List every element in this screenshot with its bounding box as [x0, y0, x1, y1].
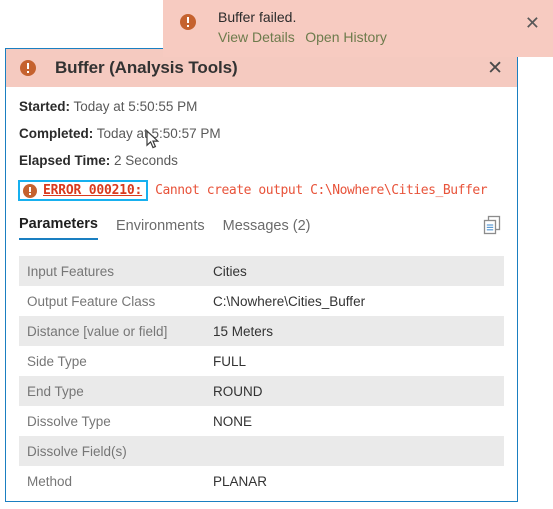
error-message-row: ERROR 000210: Cannot create output C:\No… — [18, 180, 517, 201]
table-row: Output Feature Class C:\Nowhere\Cities_B… — [19, 286, 504, 316]
table-row: Dissolve Type NONE — [19, 406, 504, 436]
error-message-text: Cannot create output C:\Nowhere\Cities_B… — [155, 183, 488, 198]
toast-close-button[interactable]: ✕ — [525, 9, 545, 32]
parameter-value: C:\Nowhere\Cities_Buffer — [213, 293, 366, 309]
dialog-tabs: Parameters Environments Messages (2) — [19, 214, 517, 240]
parameter-name: Side Type — [27, 353, 87, 369]
error-code-link[interactable]: ERROR 000210: — [43, 183, 142, 198]
metadata-row-started: Started: Today at 5:50:55 PM — [19, 99, 517, 114]
metadata-value-completed: Today at 5:50:57 PM — [93, 126, 221, 141]
metadata-value-elapsed-time: 2 Seconds — [110, 153, 178, 168]
parameter-value: FULL — [213, 353, 247, 369]
run-metadata: Started: Today at 5:50:55 PM Completed: … — [6, 87, 517, 168]
error-circle-icon — [20, 60, 36, 76]
toast-links: View Details Open History — [218, 29, 393, 47]
metadata-label-completed: Completed: — [19, 126, 94, 141]
metadata-row-completed: Completed: Today at 5:50:57 PM — [19, 126, 517, 141]
dialog-title: Buffer (Analysis Tools) — [55, 58, 238, 77]
table-row: Dissolve Field(s) — [19, 436, 504, 466]
metadata-row-elapsed-time: Elapsed Time: 2 Seconds — [19, 153, 517, 168]
error-code-focus-ring[interactable]: ERROR 000210: — [18, 180, 149, 201]
table-row: End Type ROUND — [19, 376, 504, 406]
parameter-name: Dissolve Type — [27, 413, 111, 429]
parameter-name: Input Features — [27, 263, 115, 279]
table-row: Method PLANAR — [19, 466, 504, 496]
parameter-value: PLANAR — [213, 473, 268, 489]
parameter-name: Distance [value or field] — [27, 323, 168, 339]
parameter-name: Dissolve Field(s) — [27, 443, 127, 459]
dialog-close-button[interactable]: ✕ — [483, 57, 507, 80]
view-details-link[interactable]: View Details — [218, 29, 295, 45]
tab-parameters[interactable]: Parameters — [19, 216, 98, 240]
parameter-value: NONE — [213, 413, 253, 429]
parameter-value: 15 Meters — [213, 323, 274, 339]
geoprocessing-details-dialog: Buffer (Analysis Tools) ✕ Started: Today… — [5, 48, 518, 502]
table-row: Distance [value or field] 15 Meters — [19, 316, 504, 346]
parameter-value: ROUND — [213, 383, 263, 399]
toast-content: Buffer failed. View Details Open History — [218, 9, 393, 47]
open-history-link[interactable]: Open History — [305, 29, 387, 45]
metadata-label-started: Started: — [19, 99, 71, 114]
parameter-name: End Type — [27, 383, 84, 399]
parameters-table: Input Features Cities Output Feature Cla… — [19, 256, 504, 496]
tab-messages[interactable]: Messages (2) — [223, 218, 311, 240]
copy-icon[interactable] — [481, 214, 503, 240]
metadata-label-elapsed-time: Elapsed Time: — [19, 153, 111, 168]
failure-notification-toast: Buffer failed. View Details Open History… — [163, 0, 553, 57]
table-row: Input Features Cities — [19, 256, 504, 286]
error-circle-icon — [23, 183, 37, 198]
table-row: Side Type FULL — [19, 346, 504, 376]
parameter-name: Output Feature Class — [27, 293, 156, 309]
toast-title: Buffer failed. — [218, 9, 297, 25]
parameter-value: Cities — [213, 263, 247, 279]
parameter-name: Method — [27, 473, 73, 489]
error-circle-icon — [180, 14, 196, 30]
metadata-value-started: Today at 5:50:55 PM — [70, 99, 198, 114]
tab-environments[interactable]: Environments — [116, 218, 205, 240]
